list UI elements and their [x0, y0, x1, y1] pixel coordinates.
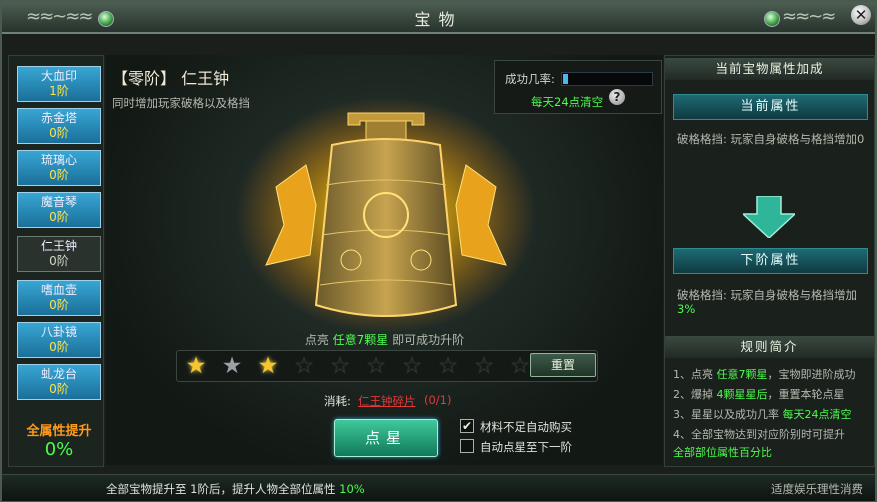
title-bar: ≈≈~≈≈ 宝物 ≈≈~≈ ✕	[2, 2, 875, 34]
star-2-icon[interactable]: ★	[219, 353, 245, 379]
rule-text: ，宝物即进阶成功	[767, 368, 856, 381]
next-attribute-percent: 3%	[677, 302, 696, 316]
treasure-item-daxueyin[interactable]: 大血印 1阶	[17, 66, 101, 102]
star-8-icon[interactable]: ☆	[435, 353, 461, 379]
next-attribute-text: 破格格挡: 玩家自身破格与格挡增加 3%	[677, 288, 867, 316]
treasure-item-shixuehu[interactable]: 嗜血壶 0阶	[17, 280, 101, 316]
treasure-level: 0阶	[49, 340, 69, 354]
right-gem-icon	[764, 11, 780, 27]
treasure-name: 仁王钟	[40, 239, 77, 253]
treasure-detail: 【零阶】 仁王钟 同时增加玩家破格以及格挡 成功几率: 每天24点清空 ? 点亮…	[106, 55, 663, 465]
all-attribute-value: 0%	[44, 439, 74, 460]
upgrade-hint: 点亮 任意7颗星 即可成功升阶	[106, 331, 663, 348]
rule-text: 1、点亮	[673, 368, 717, 381]
star-6-icon[interactable]: ☆	[363, 353, 389, 379]
bell-treasure-image	[236, 97, 536, 333]
treasure-name: 魔音琴	[40, 195, 77, 209]
treasure-level: 0阶	[49, 210, 69, 224]
star-3-icon[interactable]: ★	[255, 353, 281, 379]
treasure-level: 0阶	[49, 126, 69, 140]
treasure-name: 虬龙台	[40, 367, 77, 381]
rule-text: 3、星星以及成功几率	[673, 408, 783, 421]
star-7-icon[interactable]: ☆	[399, 353, 425, 379]
hint-prefix: 点亮	[304, 333, 333, 347]
rule-highlight: 全部部位属性百分比	[673, 446, 772, 459]
treasure-name: 大血印	[40, 69, 77, 83]
rule-4-continued: 全部部位属性百分比	[673, 446, 873, 460]
treasure-item-baguajing[interactable]: 八卦镜 0阶	[17, 322, 101, 358]
hint-highlight: 任意7颗星	[332, 333, 389, 347]
star-1-icon[interactable]: ★	[183, 353, 209, 379]
bonus-note-text: 全部宝物提升至 1阶后，提升人物全部位属性	[106, 482, 340, 496]
current-attribute-header: 当前属性	[673, 94, 868, 120]
bonus-note: 全部宝物提升至 1阶后，提升人物全部位属性 10%	[106, 481, 365, 497]
treasure-level: 0阶	[49, 298, 69, 312]
star-4-icon[interactable]: ☆	[291, 353, 317, 379]
treasure-level: 0阶	[49, 168, 69, 182]
next-attribute-key: 破格格挡:	[677, 288, 727, 302]
rule-highlight: 每天24点清空	[782, 408, 852, 421]
bonus-note-percent: 10%	[339, 482, 365, 496]
star-9-icon[interactable]: ☆	[471, 353, 497, 379]
treasure-name: 八卦镜	[40, 325, 77, 339]
auto-star-checkbox[interactable]	[460, 439, 474, 453]
light-star-button[interactable]: 点星	[334, 419, 438, 457]
current-attribute-value: 玩家自身破格与格挡增加0	[730, 132, 865, 146]
rule-3: 3、星星以及成功几率 每天24点清空	[673, 408, 873, 422]
cost-item-link[interactable]: 仁王钟碎片	[358, 393, 416, 409]
window-title: 宝物	[414, 10, 463, 29]
close-button[interactable]: ✕	[851, 5, 871, 25]
bottom-bar: 全部宝物提升至 1阶后，提升人物全部位属性 10% 适度娱乐理性消费	[2, 474, 875, 501]
slogan: 适度娱乐理性消费	[771, 482, 863, 496]
treasure-list: 大血印 1阶 赤金塔 0阶 琉璃心 0阶 魔音琴 0阶 仁王钟 0阶 嗜血壶 0…	[8, 55, 104, 467]
treasure-item-chijinta[interactable]: 赤金塔 0阶	[17, 108, 101, 144]
item-title: 【零阶】 仁王钟	[112, 69, 230, 88]
rule-1: 1、点亮 任意7颗星，宝物即进阶成功	[673, 368, 873, 382]
treasure-level: 0阶	[49, 254, 69, 268]
success-rate-bar	[561, 72, 653, 86]
rule-4: 4、全部宝物达到对应阶别时可提升	[673, 428, 873, 442]
star-5-icon[interactable]: ☆	[327, 353, 353, 379]
treasure-name: 嗜血壶	[40, 283, 77, 297]
rule-text: ，重置本轮点星	[767, 388, 845, 401]
auto-buy-checkbox[interactable]: ✔	[460, 419, 474, 433]
item-description: 同时增加玩家破格以及格挡	[112, 96, 250, 110]
next-attribute-header: 下阶属性	[673, 248, 868, 274]
hint-suffix: 即可成功升阶	[388, 333, 465, 347]
all-attribute-label: 全属性提升	[26, 424, 92, 439]
treasure-name: 琉璃心	[40, 153, 77, 167]
treasure-item-liulixin[interactable]: 琉璃心 0阶	[17, 150, 101, 186]
success-rate-label: 成功几率:	[505, 72, 555, 86]
treasure-item-moyinqin[interactable]: 魔音琴 0阶	[17, 192, 101, 228]
down-arrow-icon	[743, 196, 795, 238]
success-rate-fill	[563, 74, 568, 84]
current-attribute-text: 破格格挡: 玩家自身破格与格挡增加0	[677, 132, 867, 146]
treasure-level: 1阶	[49, 84, 69, 98]
auto-star-label: 自动点星至下一阶	[480, 440, 572, 454]
attribute-panel-title: 当前宝物属性加成	[665, 58, 874, 80]
rules-title: 规则简介	[665, 336, 874, 358]
help-icon[interactable]: ?	[609, 89, 625, 105]
rate-reset-note: 每天24点清空	[531, 95, 604, 109]
treasure-window: ≈≈~≈≈ 宝物 ≈≈~≈ ✕ 大血印 1阶 赤金塔 0阶 琉璃心 0阶 魔音琴…	[0, 0, 877, 502]
cost-count: (0/1)	[424, 393, 452, 407]
treasure-item-qiulongtai[interactable]: 虬龙台 0阶	[17, 364, 101, 400]
rule-highlight: 4颗星星后	[716, 388, 768, 401]
current-attribute-key: 破格格挡:	[677, 132, 727, 146]
rule-highlight: 任意7颗星	[716, 368, 768, 381]
rule-2: 2、爆掉 4颗星星后，重置本轮点星	[673, 388, 873, 402]
treasure-level: 0阶	[49, 382, 69, 396]
rule-text: 2、爆掉	[673, 388, 717, 401]
treasure-item-renwangzhong[interactable]: 仁王钟 0阶	[17, 236, 101, 272]
cost-label: 消耗:	[324, 394, 351, 408]
attribute-panel: 当前宝物属性加成 当前属性 破格格挡: 玩家自身破格与格挡增加0 下阶属性 破格…	[664, 55, 875, 467]
next-attribute-value: 玩家自身破格与格挡增加	[730, 288, 858, 302]
reset-button[interactable]: 重置	[530, 353, 596, 377]
treasure-name: 赤金塔	[40, 111, 77, 125]
rule-text: 4、全部宝物达到对应阶别时可提升	[673, 428, 845, 441]
auto-buy-label: 材料不足自动购买	[480, 420, 572, 434]
